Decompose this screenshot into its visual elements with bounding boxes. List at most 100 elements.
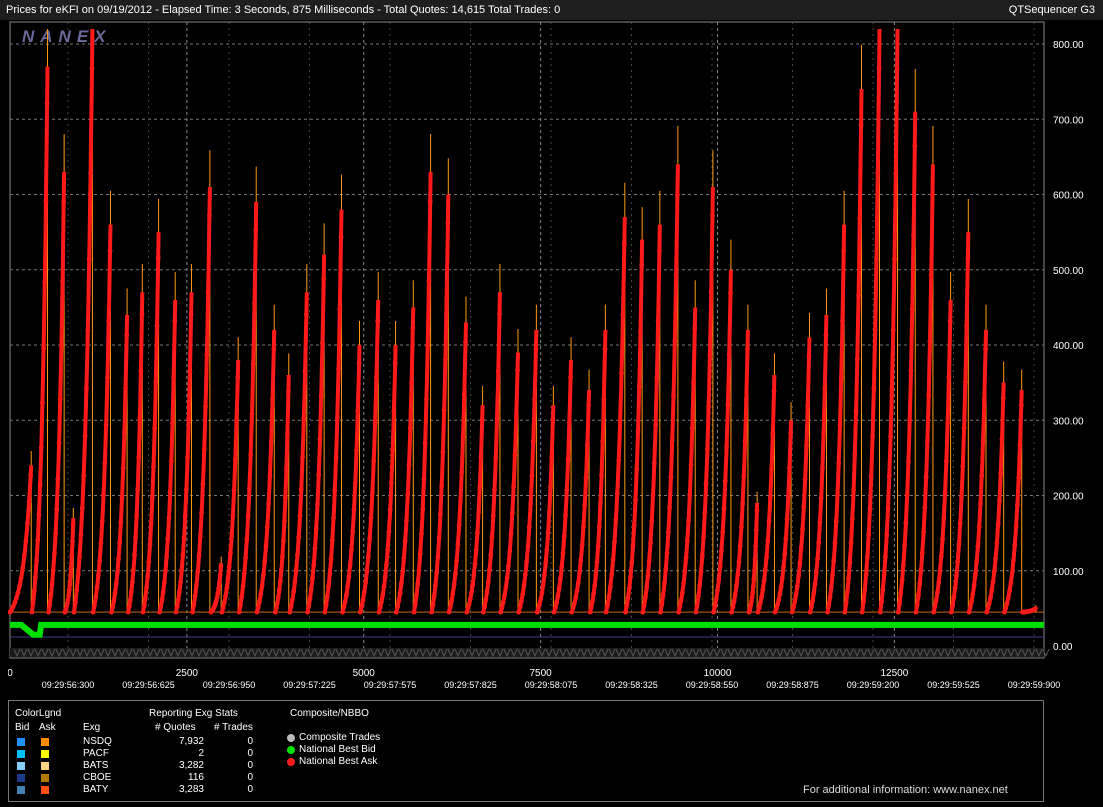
ask-point [44, 101, 50, 107]
ask-point [732, 591, 738, 597]
ask-point [163, 568, 168, 574]
ask-point [28, 472, 34, 478]
ask-point [368, 515, 374, 521]
ask-point [907, 417, 913, 423]
ask-point [867, 505, 873, 511]
ask-point [121, 429, 127, 435]
ask-point [815, 556, 820, 562]
ask-point [276, 587, 282, 593]
ask-point [102, 461, 108, 466]
ask-point [226, 564, 232, 570]
ask-point [840, 318, 845, 323]
ask-point [935, 589, 940, 595]
ask-point [658, 609, 663, 615]
ask-point [283, 466, 289, 472]
legend-trades: 0 [247, 760, 253, 771]
ask-point [239, 594, 245, 599]
ask-point [402, 538, 408, 544]
ask-point [470, 582, 476, 588]
ask-point [753, 543, 759, 549]
ask-point [614, 490, 620, 496]
ask-point [81, 473, 87, 479]
ask-point [620, 312, 626, 318]
time-tick-label: 09:29:59:525 [927, 680, 980, 690]
ask-point [149, 495, 155, 500]
legend-colorlgnd: ColorLgnd [15, 708, 62, 719]
ask-point [185, 455, 190, 460]
ask-point [922, 504, 928, 510]
ask-point [30, 600, 36, 606]
ask-point [444, 295, 450, 301]
ask-point [70, 538, 75, 544]
ask-point [382, 574, 388, 580]
ask-point [117, 540, 123, 546]
ask-point [280, 538, 286, 544]
time-tick-label: 09:29:57:575 [364, 680, 417, 690]
ask-point [654, 375, 660, 381]
ask-point [810, 598, 816, 604]
ask-point [594, 559, 600, 565]
y-tick-label: 700.00 [1053, 115, 1084, 126]
ask-point [598, 501, 603, 507]
ask-point [357, 609, 363, 615]
ask-point [841, 248, 847, 254]
ask-point [925, 437, 930, 443]
ask-point [234, 419, 239, 425]
ask-point [97, 558, 103, 564]
ask-point [12, 600, 18, 606]
ask-point [249, 411, 255, 417]
ask-point [376, 609, 382, 615]
ask-point [994, 540, 1000, 546]
ask-point [363, 580, 369, 585]
ask-point [135, 486, 141, 492]
ask-point [858, 122, 864, 128]
ask-point [954, 573, 959, 579]
ask-point [493, 455, 499, 460]
ask-point [739, 524, 744, 530]
ask-point [446, 609, 452, 615]
ask-point [48, 592, 54, 598]
ask-point [655, 318, 661, 323]
ask-point [310, 575, 315, 581]
ask-point [807, 609, 813, 615]
ask-point [556, 585, 562, 591]
ask-point [182, 513, 188, 519]
ask-point [415, 581, 421, 587]
ask-point [825, 609, 830, 615]
time-tick-label: 09:29:56:300 [42, 680, 95, 690]
ask-point [375, 318, 381, 324]
ask-point [272, 609, 278, 615]
ask-point [676, 609, 681, 615]
ask-point [894, 66, 900, 71]
ask-point [477, 484, 483, 490]
ask-point [965, 255, 971, 261]
ask-point [755, 609, 761, 615]
ask-point [506, 563, 511, 569]
ask-point [17, 583, 22, 589]
ask-point [181, 534, 187, 540]
ask-point [975, 543, 981, 549]
ask-point [613, 517, 619, 523]
ask-point [105, 375, 110, 381]
ask-point [995, 521, 1001, 527]
ask-swatch [41, 762, 49, 770]
ask-point [407, 425, 413, 431]
ask-point [235, 374, 241, 380]
ask-point [967, 604, 973, 610]
ask-point [702, 510, 708, 516]
ask-point [817, 520, 823, 525]
ask-point [56, 440, 62, 446]
ask-point [359, 604, 364, 610]
ask-point [458, 498, 463, 504]
ask-point [640, 609, 646, 615]
ask-point [61, 199, 67, 205]
ask-point [155, 255, 161, 261]
ask-point [171, 374, 177, 380]
ask-point [199, 510, 205, 516]
ask-point [31, 588, 37, 594]
ask-point [927, 338, 933, 344]
ask-point [455, 541, 461, 547]
ask-point [361, 589, 367, 595]
ask-point [427, 199, 433, 205]
legend-quotes: 7,932 [178, 736, 204, 747]
